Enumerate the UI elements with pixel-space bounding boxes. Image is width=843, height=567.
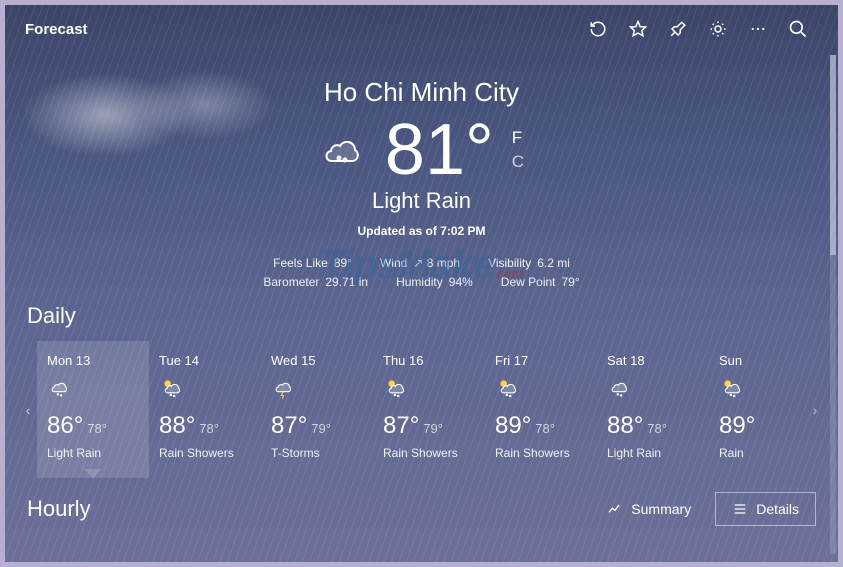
refresh-icon[interactable] xyxy=(578,9,618,49)
day-condition-icon xyxy=(607,376,699,404)
day-condition-icon xyxy=(495,376,587,404)
day-high: 89° xyxy=(495,412,531,439)
hourly-section-title: Hourly xyxy=(27,496,91,522)
daily-section-title: Daily xyxy=(5,289,838,333)
favorite-icon[interactable] xyxy=(618,9,658,49)
current-conditions: Ho Chi Minh City 81° F C Light Rain Upda… xyxy=(5,53,838,289)
day-high: 88° xyxy=(607,412,643,439)
dewpoint-label: Dew Point xyxy=(501,275,556,289)
chart-icon xyxy=(607,501,623,517)
humidity-label: Humidity xyxy=(396,275,443,289)
day-name: Thu 16 xyxy=(383,353,475,368)
day-low: 78° xyxy=(535,421,555,436)
summary-toggle-button[interactable]: Summary xyxy=(591,492,707,526)
day-card[interactable]: Wed 15 87° 79° T-Storms xyxy=(261,341,373,478)
day-card[interactable]: Fri 17 89° 78° Rain Showers xyxy=(485,341,597,478)
feels-like-value: 89° xyxy=(334,256,352,270)
updated-time: Updated as of 7:02 PM xyxy=(5,224,838,238)
barometer-value: 29.71 in xyxy=(325,275,368,289)
current-temperature: 81° xyxy=(385,114,494,186)
day-condition-text: T-Storms xyxy=(271,446,363,460)
vertical-scrollbar[interactable] xyxy=(830,55,836,554)
visibility-label: Visibility xyxy=(488,256,531,270)
day-high: 89° xyxy=(719,412,755,439)
wind-value: 8 mph xyxy=(427,256,460,270)
city-name: Ho Chi Minh City xyxy=(5,77,838,108)
search-icon[interactable] xyxy=(778,9,818,49)
day-name: Wed 15 xyxy=(271,353,363,368)
feels-like-label: Feels Like xyxy=(273,256,328,270)
humidity-value: 94% xyxy=(449,275,473,289)
day-name: Sat 18 xyxy=(607,353,699,368)
daily-forecast-strip: ‹ Mon 13 86° 78° Light Rain Tue 14 88° 78° Rain… xyxy=(5,333,838,478)
day-name: Mon 13 xyxy=(47,353,139,368)
current-condition-text: Light Rain xyxy=(5,188,838,214)
day-high: 86° xyxy=(47,412,83,439)
dewpoint-value: 79° xyxy=(562,275,580,289)
day-name: Tue 14 xyxy=(159,353,251,368)
more-icon[interactable] xyxy=(738,9,778,49)
day-condition-text: Rain Showers xyxy=(495,446,587,460)
day-low: 79° xyxy=(423,421,443,436)
day-low: 78° xyxy=(87,421,107,436)
wind-arrow-icon: ↗ xyxy=(413,256,426,270)
day-high: 87° xyxy=(271,412,307,439)
day-card[interactable]: Mon 13 86° 78° Light Rain xyxy=(37,341,149,478)
list-icon xyxy=(732,501,748,517)
details-label: Details xyxy=(756,501,799,517)
day-condition-text: Light Rain xyxy=(607,446,699,460)
day-low: 79° xyxy=(311,421,331,436)
day-condition-icon xyxy=(383,376,475,404)
barometer-label: Barometer xyxy=(263,275,319,289)
day-condition-icon xyxy=(159,376,251,404)
day-high: 87° xyxy=(383,412,419,439)
day-card[interactable]: Sat 18 88° 78° Light Rain xyxy=(597,341,709,478)
hourly-view-toggle: Summary Details xyxy=(591,492,816,526)
daily-next-arrow[interactable]: › xyxy=(806,341,824,478)
day-low: 78° xyxy=(199,421,219,436)
pin-icon[interactable] xyxy=(658,9,698,49)
day-name: Fri 17 xyxy=(495,353,587,368)
day-name: Sun xyxy=(719,353,806,368)
daily-prev-arrow[interactable]: ‹ xyxy=(19,341,37,478)
metrics-row-2: Barometer 29.71 in Humidity 94% Dew Point 7… xyxy=(5,275,838,289)
day-condition-icon xyxy=(271,376,363,404)
day-card[interactable]: Thu 16 87° 79° Rain Showers xyxy=(373,341,485,478)
current-condition-icon xyxy=(319,126,367,174)
day-high: 88° xyxy=(159,412,195,439)
brightness-icon[interactable] xyxy=(698,9,738,49)
visibility-value: 6.2 mi xyxy=(537,256,570,270)
unit-toggle[interactable]: F C xyxy=(512,128,524,172)
day-condition-text: Rain xyxy=(719,446,806,460)
day-low: 78° xyxy=(647,421,667,436)
day-condition-icon xyxy=(47,376,139,404)
day-card[interactable]: Tue 14 88° 78° Rain Showers xyxy=(149,341,261,478)
weather-app-window: Forecast Ho Chi Minh City xyxy=(5,5,838,562)
summary-label: Summary xyxy=(631,501,691,517)
day-card[interactable]: Sun 89° Rain xyxy=(709,341,806,478)
title-bar: Forecast xyxy=(5,5,838,53)
day-condition-text: Rain Showers xyxy=(383,446,475,460)
day-condition-icon xyxy=(719,376,806,404)
wind-label: Wind xyxy=(380,256,407,270)
day-condition-text: Light Rain xyxy=(47,446,139,460)
day-condition-text: Rain Showers xyxy=(159,446,251,460)
unit-c[interactable]: C xyxy=(512,152,524,172)
app-title: Forecast xyxy=(25,21,88,38)
scrollbar-thumb[interactable] xyxy=(830,55,836,255)
metrics-row-1: Feels Like 89° Wind ↗ 8 mph Visibility 6.2 … xyxy=(5,256,838,270)
details-toggle-button[interactable]: Details xyxy=(715,492,816,526)
unit-f[interactable]: F xyxy=(512,128,522,148)
